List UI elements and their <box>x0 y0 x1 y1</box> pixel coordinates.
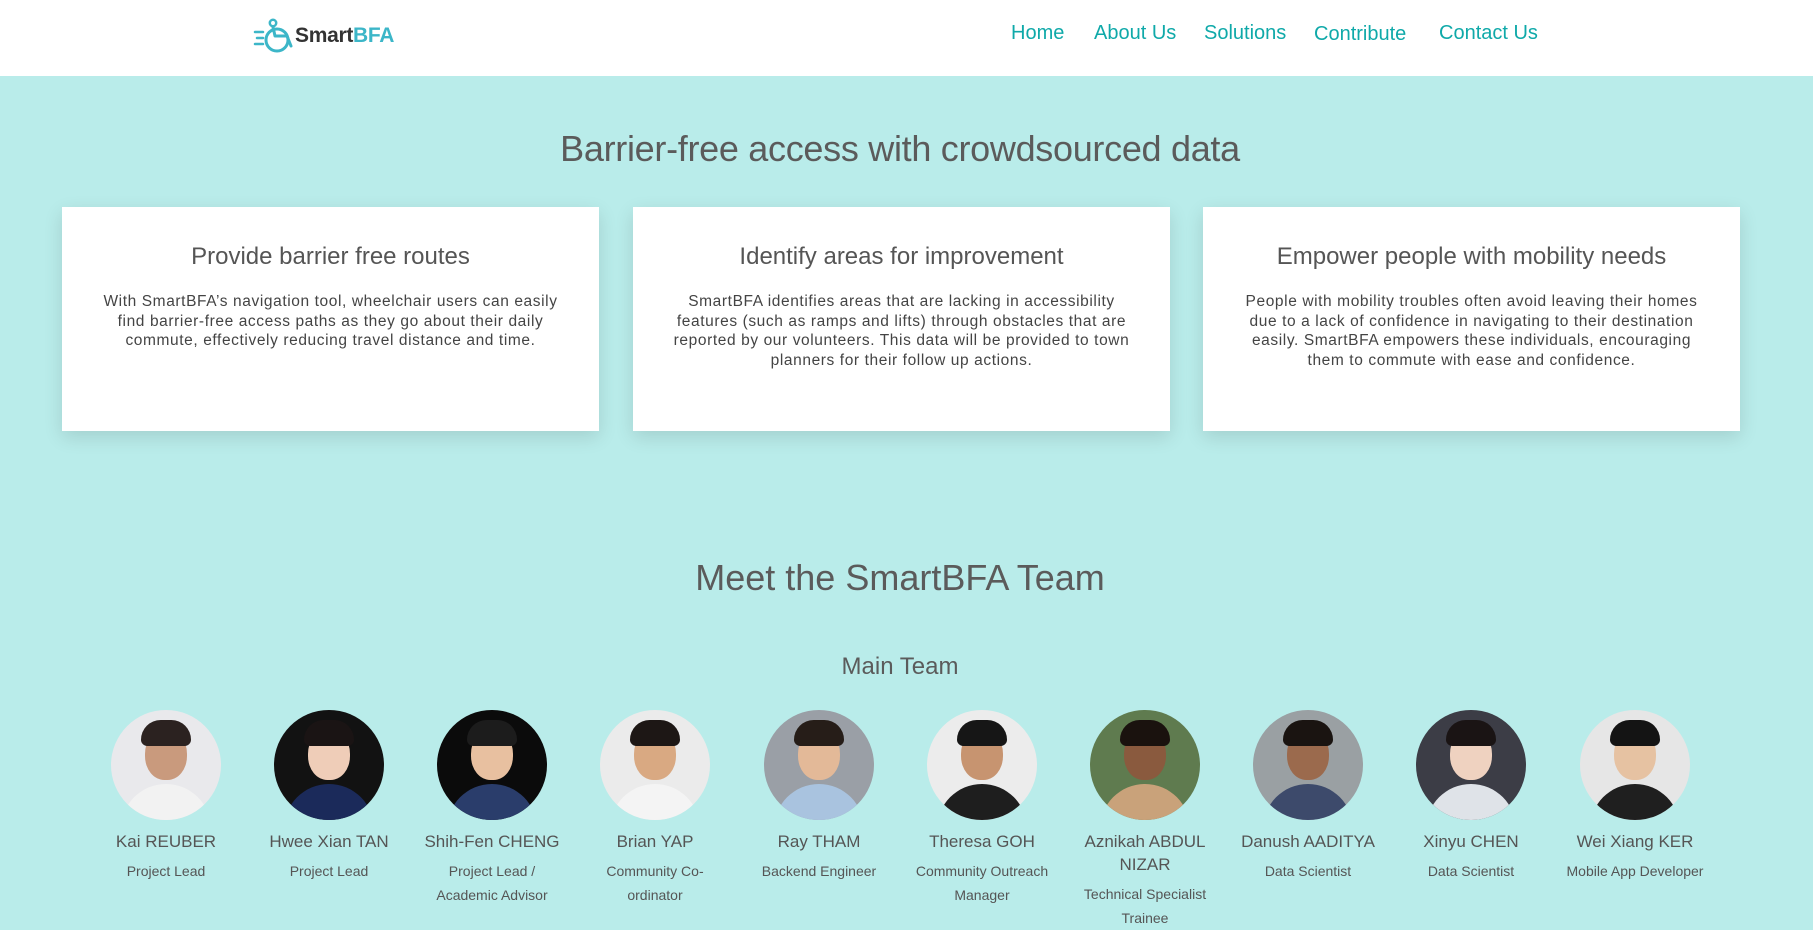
member-name: Wei Xiang KER <box>1576 832 1694 851</box>
team-member-card: Brian YAP Community Co-ordinator <box>580 710 730 907</box>
avatar <box>437 710 547 820</box>
team-member-card: Wei Xiang KER Mobile App Developer <box>1560 710 1710 883</box>
member-name: Kai REUBER <box>115 832 217 851</box>
feature-card-empower: Empower people with mobility needs Peopl… <box>1203 207 1740 431</box>
member-role: Project Lead <box>289 863 369 879</box>
brand-name: SmartBFA <box>295 24 395 47</box>
member-role: Data Scientist <box>1427 863 1515 879</box>
member-role: Community Co-ordinator <box>606 863 704 903</box>
hero-title: Barrier-free access with crowdsourced da… <box>560 128 1240 169</box>
feature-text: People with mobility troubles often avoi… <box>1245 293 1698 369</box>
member-role: Project Lead <box>126 863 206 879</box>
feature-title: Empower people with mobility needs <box>1276 243 1667 270</box>
avatar <box>1580 710 1690 820</box>
avatar <box>1253 710 1363 820</box>
nav-contribute[interactable]: Contribute <box>1314 23 1406 46</box>
member-role: Community Outreach Manager <box>915 863 1049 903</box>
member-role: Backend Engineer <box>761 863 877 879</box>
main-team-heading: Main Team <box>841 653 959 680</box>
team-member-card: Aznikah ABDUL NIZAR Technical Specialist … <box>1070 710 1220 930</box>
team-member-card: Ray THAM Backend Engineer <box>744 710 894 883</box>
avatar <box>1090 710 1200 820</box>
avatar <box>600 710 710 820</box>
avatar <box>764 710 874 820</box>
top-navbar: SmartBFA Home About Us Solutions Contrib… <box>0 0 1813 76</box>
feature-title: Identify areas for improvement <box>739 243 1064 270</box>
feature-title: Provide barrier free routes <box>191 243 470 270</box>
member-role: Project Lead / Academic Advisor <box>436 863 548 903</box>
member-name: Brian YAP <box>616 832 694 851</box>
nav-solutions[interactable]: Solutions <box>1204 22 1286 45</box>
wheelchair-logo-icon <box>253 18 293 53</box>
feature-text: With SmartBFA’s navigation tool, wheelch… <box>103 293 558 349</box>
team-member-card: Xinyu CHEN Data Scientist <box>1396 710 1546 883</box>
feature-card-routes: Provide barrier free routes With SmartBF… <box>62 207 599 431</box>
member-role: Data Scientist <box>1264 863 1352 879</box>
avatar <box>111 710 221 820</box>
member-name: Shih-Fen CHENG <box>424 832 560 851</box>
nav-about-us[interactable]: About Us <box>1094 22 1176 45</box>
member-name: Hwee Xian TAN <box>269 832 389 851</box>
avatar <box>927 710 1037 820</box>
brand-logo[interactable]: SmartBFA <box>253 18 394 54</box>
team-member-card: Kai REUBER Project Lead <box>91 710 241 883</box>
feature-text: SmartBFA identifies areas that are lacki… <box>673 293 1130 369</box>
member-role: Technical Specialist Trainee <box>1083 886 1207 926</box>
nav-contact-us[interactable]: Contact Us <box>1439 22 1538 45</box>
team-member-card: Theresa GOH Community Outreach Manager <box>907 710 1057 907</box>
team-member-card: Shih-Fen CHENG Project Lead / Academic Ad… <box>417 710 567 907</box>
team-section-title: Meet the SmartBFA Team <box>695 557 1105 598</box>
member-name: Danush AADITYA <box>1241 832 1375 851</box>
member-name: Xinyu CHEN <box>1423 832 1519 851</box>
member-name: Ray THAM <box>777 832 861 851</box>
team-member-card: Hwee Xian TAN Project Lead <box>254 710 404 883</box>
member-name: Aznikah ABDUL NIZAR <box>1084 832 1206 874</box>
member-role: Mobile App Developer <box>1566 863 1704 879</box>
member-name: Theresa GOH <box>929 832 1035 851</box>
avatar <box>1416 710 1526 820</box>
nav-home[interactable]: Home <box>1011 22 1064 45</box>
team-member-card: Danush AADITYA Data Scientist <box>1233 710 1383 883</box>
avatar <box>274 710 384 820</box>
feature-card-improvement: Identify areas for improvement SmartBFA … <box>633 207 1170 431</box>
